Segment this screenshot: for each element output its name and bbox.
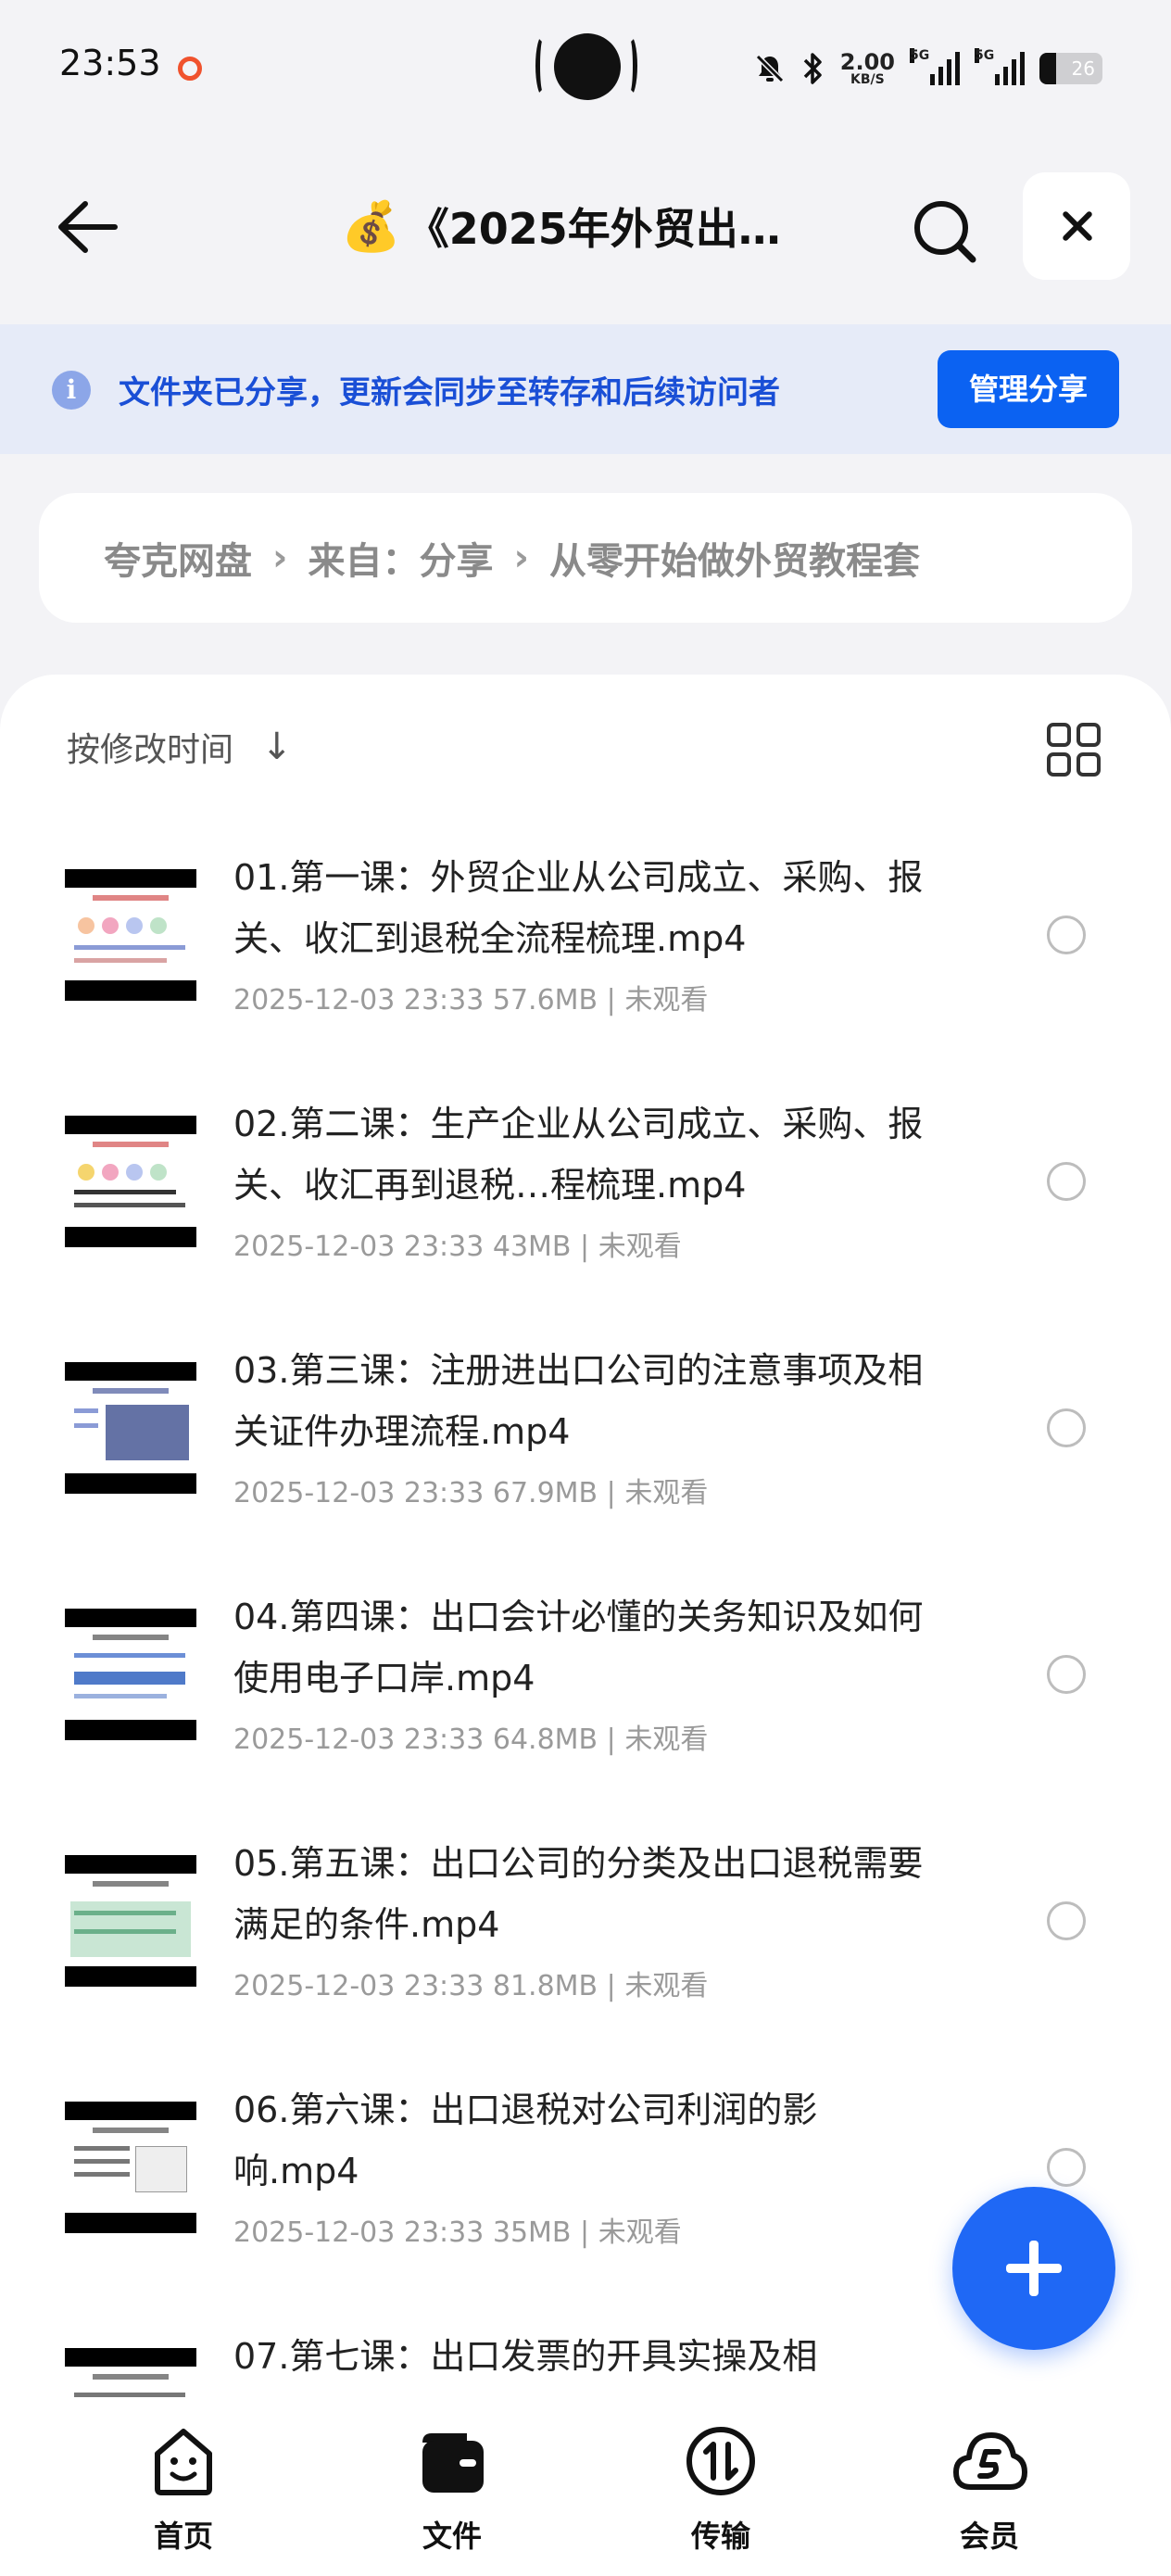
transfer-icon (686, 2427, 755, 2495)
video-thumbnail (65, 1855, 196, 1987)
file-item[interactable]: 01.第一课：外贸企业从公司成立、采购、报关、收汇到退税全流程梳理.mp4 20… (0, 847, 1171, 1093)
file-meta: 2025-12-03 23:33 35MB | 未观看 (233, 2216, 682, 2249)
tab-member-label: 会员 (959, 2519, 1019, 2554)
network-speed-unit: KB/S (850, 72, 885, 87)
video-thumbnail (65, 1609, 196, 1740)
sort-down-arrow-icon: ↓ (261, 726, 293, 768)
breadcrumb-item-root[interactable]: 夸克网盘 (104, 531, 252, 585)
camera-cutout-icon (535, 32, 637, 106)
tab-member[interactable]: 会员 (915, 2422, 1064, 2570)
breadcrumb-separator: › (513, 537, 529, 579)
file-name: 06.第六课：出口退税对公司利润的影响.mp4 (233, 2090, 818, 2191)
video-thumbnail (65, 869, 196, 1001)
select-radio[interactable] (1047, 1408, 1086, 1447)
video-thumbnail (65, 1116, 196, 1247)
file-item[interactable]: 05.第五课：出口公司的分类及出口退税需要满足的条件.mp4 2025-12-0… (0, 1833, 1171, 2079)
breadcrumb-item-share[interactable]: 来自：分享 (308, 531, 493, 585)
file-item[interactable]: 02.第二课：生产企业从公司成立、采购、报关、收汇再到退税…程梳理.mp4 20… (0, 1093, 1171, 1340)
file-name: 05.第五课：出口公司的分类及出口退税需要满足的条件.mp4 (233, 1843, 924, 1945)
member-cloud-icon (953, 2432, 1027, 2490)
info-icon: i (52, 371, 91, 410)
signal-icon-2: 5G (975, 48, 1025, 85)
signal-2-label: 5G (975, 48, 995, 63)
battery-level: 26 (1071, 57, 1095, 80)
money-bag-icon: 💰 (341, 198, 401, 255)
header: 💰 《2025年外贸出… (0, 167, 1171, 287)
home-face-icon (155, 2429, 212, 2495)
file-meta: 2025-12-03 23:33 64.8MB | 未观看 (233, 1724, 709, 1756)
file-name: 04.第四课：出口会计必懂的关务知识及如何使用电子口岸.mp4 (233, 1597, 924, 1698)
file-item[interactable]: 04.第四课：出口会计必懂的关务知识及如何使用电子口岸.mp4 2025-12-… (0, 1586, 1171, 1833)
file-name: 01.第一课：外贸企业从公司成立、采购、报关、收汇到退税全流程梳理.mp4 (233, 857, 924, 959)
file-name: 03.第三课：注册进出口公司的注意事项及相关证件办理流程.mp4 (233, 1350, 924, 1452)
breadcrumb: 夸克网盘 › 来自：分享 › 从零开始做外贸教程套 (39, 493, 1132, 623)
breadcrumb-separator: › (272, 537, 288, 579)
status-time: 23:53 (59, 43, 161, 83)
file-meta: 2025-12-03 23:33 67.9MB | 未观看 (233, 1477, 709, 1509)
close-button[interactable] (1023, 172, 1130, 280)
file-meta: 2025-12-03 23:33 57.6MB | 未观看 (233, 984, 709, 1017)
file-item[interactable]: 03.第三课：注册进出口公司的注意事项及相关证件办理流程.mp4 2025-12… (0, 1340, 1171, 1586)
sort-label: 按修改时间 (67, 731, 234, 769)
tab-transfer[interactable]: 传输 (647, 2422, 795, 2570)
back-arrow-icon[interactable] (52, 195, 120, 259)
sort-control[interactable]: 按修改时间 ↓ (67, 723, 293, 771)
bluetooth-icon (803, 53, 822, 84)
bottom-tab-bar: 首页 文件 传输 会员 (0, 2400, 1171, 2576)
mute-icon (754, 53, 785, 84)
tab-transfer-label: 传输 (690, 2519, 750, 2554)
battery-icon: 26 (1039, 53, 1102, 84)
manage-share-button[interactable]: 管理分享 (938, 350, 1119, 428)
network-speed: 2.00 KB/S (840, 51, 895, 86)
grid-view-icon[interactable] (1047, 723, 1101, 777)
page-title: 💰 《2025年外贸出… (341, 198, 823, 255)
video-thumbnail (65, 1362, 196, 1494)
select-radio[interactable] (1047, 1901, 1086, 1940)
select-radio[interactable] (1047, 2148, 1086, 2187)
recording-indicator-icon (178, 57, 202, 81)
share-notice-banner: i 文件夹已分享，更新会同步至转存和后续访问者 管理分享 (0, 324, 1171, 454)
file-name: 02.第二课：生产企业从公司成立、采购、报关、收汇再到退税…程梳理.mp4 (233, 1104, 924, 1206)
signal-1-label: 5G (910, 48, 930, 63)
tab-home-label: 首页 (153, 2519, 213, 2554)
tab-files-label: 文件 (422, 2519, 482, 2554)
share-notice-text: 文件夹已分享，更新会同步至转存和后续访问者 (119, 374, 780, 411)
wallet-icon (422, 2433, 484, 2493)
select-radio[interactable] (1047, 1162, 1086, 1201)
file-meta: 2025-12-03 23:33 43MB | 未观看 (233, 1231, 682, 1263)
status-icons: 2.00 KB/S 5G 5G 26 (753, 44, 1102, 93)
select-radio[interactable] (1047, 915, 1086, 954)
search-icon[interactable] (908, 195, 982, 269)
file-meta: 2025-12-03 23:33 81.8MB | 未观看 (233, 1970, 709, 2002)
breadcrumb-item-current[interactable]: 从零开始做外贸教程套 (549, 531, 920, 585)
tab-files[interactable]: 文件 (378, 2422, 526, 2570)
signal-icon: 5G (910, 48, 960, 85)
network-speed-value: 2.00 (839, 49, 895, 75)
status-bar: 23:53 2.00 KB/S 5G 5G 26 (0, 0, 1171, 139)
page-title-text: 《2025年外贸出… (406, 204, 781, 254)
file-name: 07.第七课：出口发票的开具实操及相 (233, 2336, 818, 2377)
select-radio[interactable] (1047, 1655, 1086, 1694)
video-thumbnail (65, 2102, 196, 2233)
tab-home[interactable]: 首页 (109, 2422, 258, 2570)
add-button[interactable] (952, 2187, 1115, 2350)
